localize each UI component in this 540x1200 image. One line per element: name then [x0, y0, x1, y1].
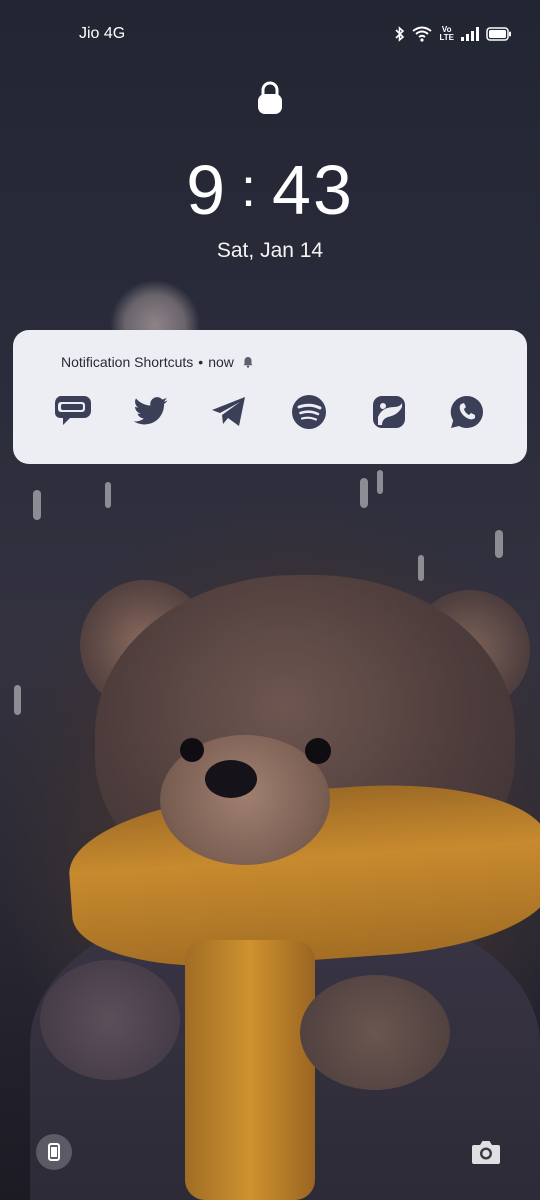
telegram-icon[interactable] [209, 392, 249, 432]
spotify-icon[interactable] [289, 392, 329, 432]
notification-time: now [208, 354, 234, 370]
notification-card[interactable]: Notification Shortcuts • now [13, 330, 527, 464]
shortcut-row [51, 392, 491, 432]
status-icons: Vo LTE [395, 23, 512, 45]
twitter-icon[interactable] [131, 392, 171, 432]
whatsapp-icon[interactable] [447, 392, 487, 432]
clock-separator: : [241, 158, 259, 218]
messages-icon[interactable] [53, 392, 93, 432]
notification-separator: • [198, 354, 204, 370]
notification-app-name: Notification Shortcuts [61, 354, 194, 370]
volte-icon: Vo LTE [439, 25, 454, 42]
lockscreen-date: Sat, Jan 14 [216, 239, 324, 262]
carrier-label: Jio 4G [79, 25, 126, 42]
camera-icon[interactable] [468, 1134, 504, 1170]
clock-hours: 9 [186, 151, 228, 229]
status-bar: Jio 4G Vo LTE [0, 0, 540, 68]
clock-minutes: 43 [272, 151, 354, 229]
lockscreen-clock: 9:43 [0, 150, 540, 230]
bell-icon [242, 356, 254, 368]
notification-header: Notification Shortcuts • now [61, 354, 254, 370]
wifi-icon [412, 26, 433, 42]
gallery-icon[interactable] [369, 392, 409, 432]
bluetooth-icon [395, 26, 405, 42]
device-icon[interactable] [36, 1134, 72, 1170]
lock-icon[interactable] [256, 80, 284, 116]
signal-icon [461, 27, 479, 41]
battery-icon [486, 27, 512, 41]
